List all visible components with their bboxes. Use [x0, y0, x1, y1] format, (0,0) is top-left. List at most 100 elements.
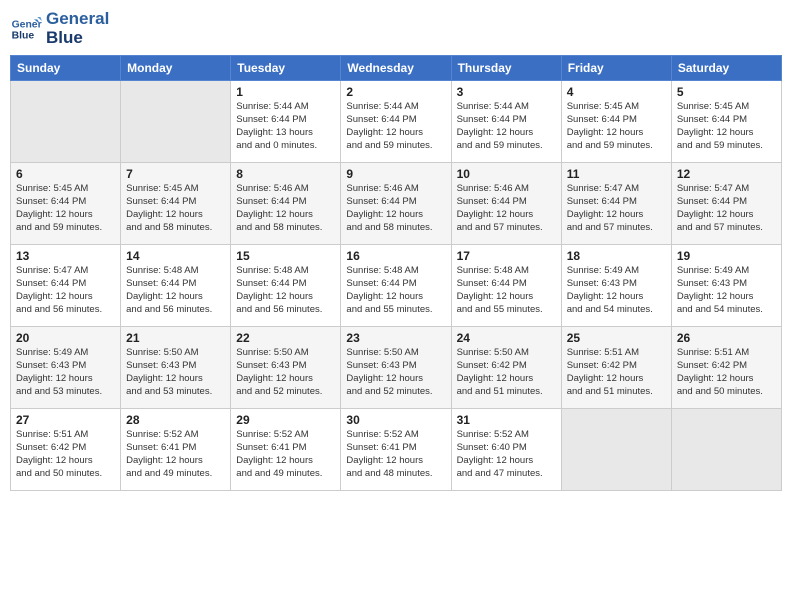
weekday-sunday: Sunday [11, 56, 121, 81]
day-info: Sunrise: 5:51 AMSunset: 6:42 PMDaylight:… [567, 347, 666, 398]
day-number: 1 [236, 85, 335, 99]
day-cell: 2 Sunrise: 5:44 AMSunset: 6:44 PMDaylight… [341, 81, 451, 163]
day-info: Sunrise: 5:48 AMSunset: 6:44 PMDaylight:… [236, 265, 335, 316]
day-cell: 11Sunrise: 5:47 AMSunset: 6:44 PMDayligh… [561, 163, 671, 245]
day-cell: 5Sunrise: 5:45 AMSunset: 6:44 PMDaylight… [671, 81, 781, 163]
day-info: Sunrise: 5:50 AMSunset: 6:43 PMDaylight:… [346, 347, 445, 398]
day-number: 27 [16, 413, 115, 427]
day-number: 8 [236, 167, 335, 181]
day-info: Sunrise: 5:46 AMSunset: 6:44 PMDaylight:… [236, 183, 335, 234]
day-info: Sunrise: 5:48 AMSunset: 6:44 PMDaylight:… [346, 265, 445, 316]
day-number: 12 [677, 167, 776, 181]
day-cell: 28 Sunrise: 5:52 AMSunset: 6:41 PMDayligh… [121, 409, 231, 491]
weekday-saturday: Saturday [671, 56, 781, 81]
day-cell: 22 Sunrise: 5:50 AMSunset: 6:43 PMDayligh… [231, 327, 341, 409]
day-number: 6 [16, 167, 115, 181]
day-cell: 20 Sunrise: 5:49 AMSunset: 6:43 PMDayligh… [11, 327, 121, 409]
day-info: Sunrise: 5:47 AMSunset: 6:44 PMDaylight:… [677, 183, 776, 234]
day-info: Sunrise: 5:45 AMSunset: 6:44 PMDaylight:… [126, 183, 225, 234]
day-info: Sunrise: 5:44 AMSunset: 6:44 PMDaylight:… [457, 101, 556, 152]
day-number: 15 [236, 249, 335, 263]
day-cell: 26Sunrise: 5:51 AMSunset: 6:42 PMDayligh… [671, 327, 781, 409]
day-number: 28 [126, 413, 225, 427]
weekday-thursday: Thursday [451, 56, 561, 81]
day-number: 16 [346, 249, 445, 263]
day-cell: 24Sunrise: 5:50 AMSunset: 6:42 PMDayligh… [451, 327, 561, 409]
day-info: Sunrise: 5:44 AMSunset: 6:44 PMDaylight:… [236, 101, 335, 152]
day-number: 19 [677, 249, 776, 263]
day-info: Sunrise: 5:45 AMSunset: 6:44 PMDaylight:… [567, 101, 666, 152]
day-info: Sunrise: 5:51 AMSunset: 6:42 PMDaylight:… [677, 347, 776, 398]
day-number: 13 [16, 249, 115, 263]
logo: General Blue General Blue [10, 10, 109, 47]
day-number: 9 [346, 167, 445, 181]
day-info: Sunrise: 5:46 AMSunset: 6:44 PMDaylight:… [457, 183, 556, 234]
day-info: Sunrise: 5:52 AMSunset: 6:41 PMDaylight:… [236, 429, 335, 480]
day-cell: 3 Sunrise: 5:44 AMSunset: 6:44 PMDaylight… [451, 81, 561, 163]
logo-icon: General Blue [10, 13, 42, 45]
day-number: 29 [236, 413, 335, 427]
week-row-3: 13 Sunrise: 5:47 AMSunset: 6:44 PMDayligh… [11, 245, 782, 327]
day-cell: 12 Sunrise: 5:47 AMSunset: 6:44 PMDayligh… [671, 163, 781, 245]
day-cell: 16 Sunrise: 5:48 AMSunset: 6:44 PMDayligh… [341, 245, 451, 327]
day-cell: 7 Sunrise: 5:45 AMSunset: 6:44 PMDaylight… [121, 163, 231, 245]
day-number: 30 [346, 413, 445, 427]
day-cell: 14Sunrise: 5:48 AMSunset: 6:44 PMDayligh… [121, 245, 231, 327]
day-info: Sunrise: 5:48 AMSunset: 6:44 PMDaylight:… [457, 265, 556, 316]
week-row-1: 1 Sunrise: 5:44 AMSunset: 6:44 PMDaylight… [11, 81, 782, 163]
day-number: 7 [126, 167, 225, 181]
day-number: 14 [126, 249, 225, 263]
day-cell: 18 Sunrise: 5:49 AMSunset: 6:43 PMDayligh… [561, 245, 671, 327]
day-info: Sunrise: 5:46 AMSunset: 6:44 PMDaylight:… [346, 183, 445, 234]
day-cell: 1 Sunrise: 5:44 AMSunset: 6:44 PMDaylight… [231, 81, 341, 163]
day-number: 20 [16, 331, 115, 345]
day-cell: 31 Sunrise: 5:52 AMSunset: 6:40 PMDayligh… [451, 409, 561, 491]
header: General Blue General Blue [10, 10, 782, 47]
day-number: 22 [236, 331, 335, 345]
day-cell: 23 Sunrise: 5:50 AMSunset: 6:43 PMDayligh… [341, 327, 451, 409]
day-cell: 4 Sunrise: 5:45 AMSunset: 6:44 PMDaylight… [561, 81, 671, 163]
day-info: Sunrise: 5:49 AMSunset: 6:43 PMDaylight:… [16, 347, 115, 398]
day-info: Sunrise: 5:52 AMSunset: 6:40 PMDaylight:… [457, 429, 556, 480]
day-info: Sunrise: 5:52 AMSunset: 6:41 PMDaylight:… [346, 429, 445, 480]
day-number: 21 [126, 331, 225, 345]
day-info: Sunrise: 5:52 AMSunset: 6:41 PMDaylight:… [126, 429, 225, 480]
day-cell: 8 Sunrise: 5:46 AMSunset: 6:44 PMDaylight… [231, 163, 341, 245]
day-cell: 13 Sunrise: 5:47 AMSunset: 6:44 PMDayligh… [11, 245, 121, 327]
day-number: 2 [346, 85, 445, 99]
weekday-header-row: SundayMondayTuesdayWednesdayThursdayFrid… [11, 56, 782, 81]
day-number: 18 [567, 249, 666, 263]
day-cell: 29 Sunrise: 5:52 AMSunset: 6:41 PMDayligh… [231, 409, 341, 491]
week-row-5: 27 Sunrise: 5:51 AMSunset: 6:42 PMDayligh… [11, 409, 782, 491]
day-number: 4 [567, 85, 666, 99]
weekday-tuesday: Tuesday [231, 56, 341, 81]
day-cell: 15 Sunrise: 5:48 AMSunset: 6:44 PMDayligh… [231, 245, 341, 327]
day-cell: 6 Sunrise: 5:45 AMSunset: 6:44 PMDaylight… [11, 163, 121, 245]
day-cell: 30 Sunrise: 5:52 AMSunset: 6:41 PMDayligh… [341, 409, 451, 491]
day-number: 10 [457, 167, 556, 181]
day-info: Sunrise: 5:50 AMSunset: 6:43 PMDaylight:… [236, 347, 335, 398]
day-cell: 10 Sunrise: 5:46 AMSunset: 6:44 PMDayligh… [451, 163, 561, 245]
day-number: 3 [457, 85, 556, 99]
svg-text:Blue: Blue [12, 30, 35, 41]
day-info: Sunrise: 5:44 AMSunset: 6:44 PMDaylight:… [346, 101, 445, 152]
day-cell: 9 Sunrise: 5:46 AMSunset: 6:44 PMDaylight… [341, 163, 451, 245]
day-number: 25 [567, 331, 666, 345]
day-number: 11 [567, 167, 666, 181]
day-cell: 27 Sunrise: 5:51 AMSunset: 6:42 PMDayligh… [11, 409, 121, 491]
weekday-monday: Monday [121, 56, 231, 81]
day-info: Sunrise: 5:49 AMSunset: 6:43 PMDaylight:… [567, 265, 666, 316]
calendar-table: SundayMondayTuesdayWednesdayThursdayFrid… [10, 55, 782, 491]
day-info: Sunrise: 5:45 AMSunset: 6:44 PMDaylight:… [677, 101, 776, 152]
logo-general: General [46, 10, 109, 29]
day-info: Sunrise: 5:51 AMSunset: 6:42 PMDaylight:… [16, 429, 115, 480]
day-number: 31 [457, 413, 556, 427]
day-info: Sunrise: 5:47 AMSunset: 6:44 PMDaylight:… [16, 265, 115, 316]
day-info: Sunrise: 5:45 AMSunset: 6:44 PMDaylight:… [16, 183, 115, 234]
day-cell: 25 Sunrise: 5:51 AMSunset: 6:42 PMDayligh… [561, 327, 671, 409]
day-number: 23 [346, 331, 445, 345]
day-cell [121, 81, 231, 163]
calendar-page: General Blue General Blue SundayMondayTu… [0, 0, 792, 612]
day-info: Sunrise: 5:49 AMSunset: 6:43 PMDaylight:… [677, 265, 776, 316]
weekday-friday: Friday [561, 56, 671, 81]
